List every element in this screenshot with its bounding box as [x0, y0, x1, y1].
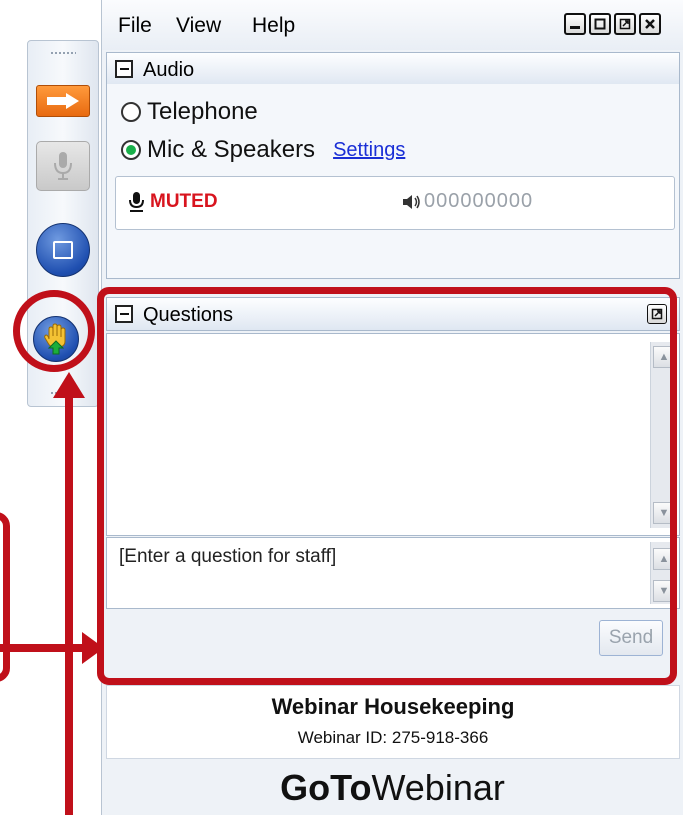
telephone-option[interactable]: Telephone [121, 98, 258, 126]
minimize-icon [570, 26, 580, 29]
volume-level: 000000000 [424, 190, 534, 212]
restore-icon [594, 18, 606, 30]
audio-panel-header: Audio [106, 52, 680, 86]
microphone-icon [129, 192, 144, 212]
popout-button[interactable] [614, 13, 636, 35]
logo-bold-text: GoTo [280, 767, 372, 808]
audio-panel: Telephone Mic & Speakers Settings MUTED [106, 84, 680, 279]
annotation-line-horizontal [0, 644, 86, 652]
screen-icon [53, 241, 73, 259]
logo-regular-text: Webinar [371, 767, 505, 808]
telephone-radio[interactable] [121, 102, 141, 122]
audio-settings-link[interactable]: Settings [333, 139, 405, 162]
minimize-button[interactable] [564, 13, 586, 35]
audio-status: MUTED 000000000 [115, 176, 675, 230]
muted-label: MUTED [150, 191, 218, 212]
menu-bar: File View Help [102, 0, 683, 50]
audio-panel-title: Audio [143, 59, 195, 81]
restore-button[interactable] [589, 13, 611, 35]
menu-view[interactable]: View [176, 14, 221, 38]
volume-meter: 000000000 [402, 190, 533, 213]
mic-speakers-radio[interactable] [121, 140, 141, 160]
webinar-title: Webinar Housekeeping [271, 694, 515, 719]
questions-highlight [97, 287, 677, 685]
webinar-id: Webinar ID: 275-918-366 [297, 728, 489, 747]
close-icon [645, 19, 655, 29]
menu-file[interactable]: File [118, 14, 152, 38]
mute-status[interactable]: MUTED [128, 191, 218, 213]
raise-hand-highlight [13, 290, 95, 372]
gotowebinar-logo: GoToWebinar [102, 760, 683, 815]
mic-speakers-option[interactable]: Mic & Speakers Settings [121, 136, 405, 164]
show-panel-button[interactable] [36, 85, 90, 117]
telephone-label: Telephone [147, 98, 258, 125]
annotation-arrow-right [82, 632, 104, 664]
toolbar-grip-top[interactable] [50, 51, 76, 55]
popout-icon [619, 18, 631, 30]
annotation-callout-box [0, 512, 10, 682]
audio-collapse-button[interactable] [115, 60, 133, 78]
annotation-line-vertical [65, 395, 73, 815]
microphone-icon [54, 152, 72, 180]
menu-help[interactable]: Help [252, 14, 295, 38]
close-button[interactable] [639, 13, 661, 35]
mic-speakers-label: Mic & Speakers [147, 136, 316, 163]
microphone-button[interactable] [36, 141, 90, 191]
speaker-icon [403, 194, 420, 209]
arrow-right-icon [47, 93, 79, 109]
webinar-info: Webinar Housekeeping Webinar ID: 275-918… [106, 685, 680, 759]
screen-sharing-button[interactable] [36, 223, 90, 277]
minus-icon [119, 68, 129, 70]
